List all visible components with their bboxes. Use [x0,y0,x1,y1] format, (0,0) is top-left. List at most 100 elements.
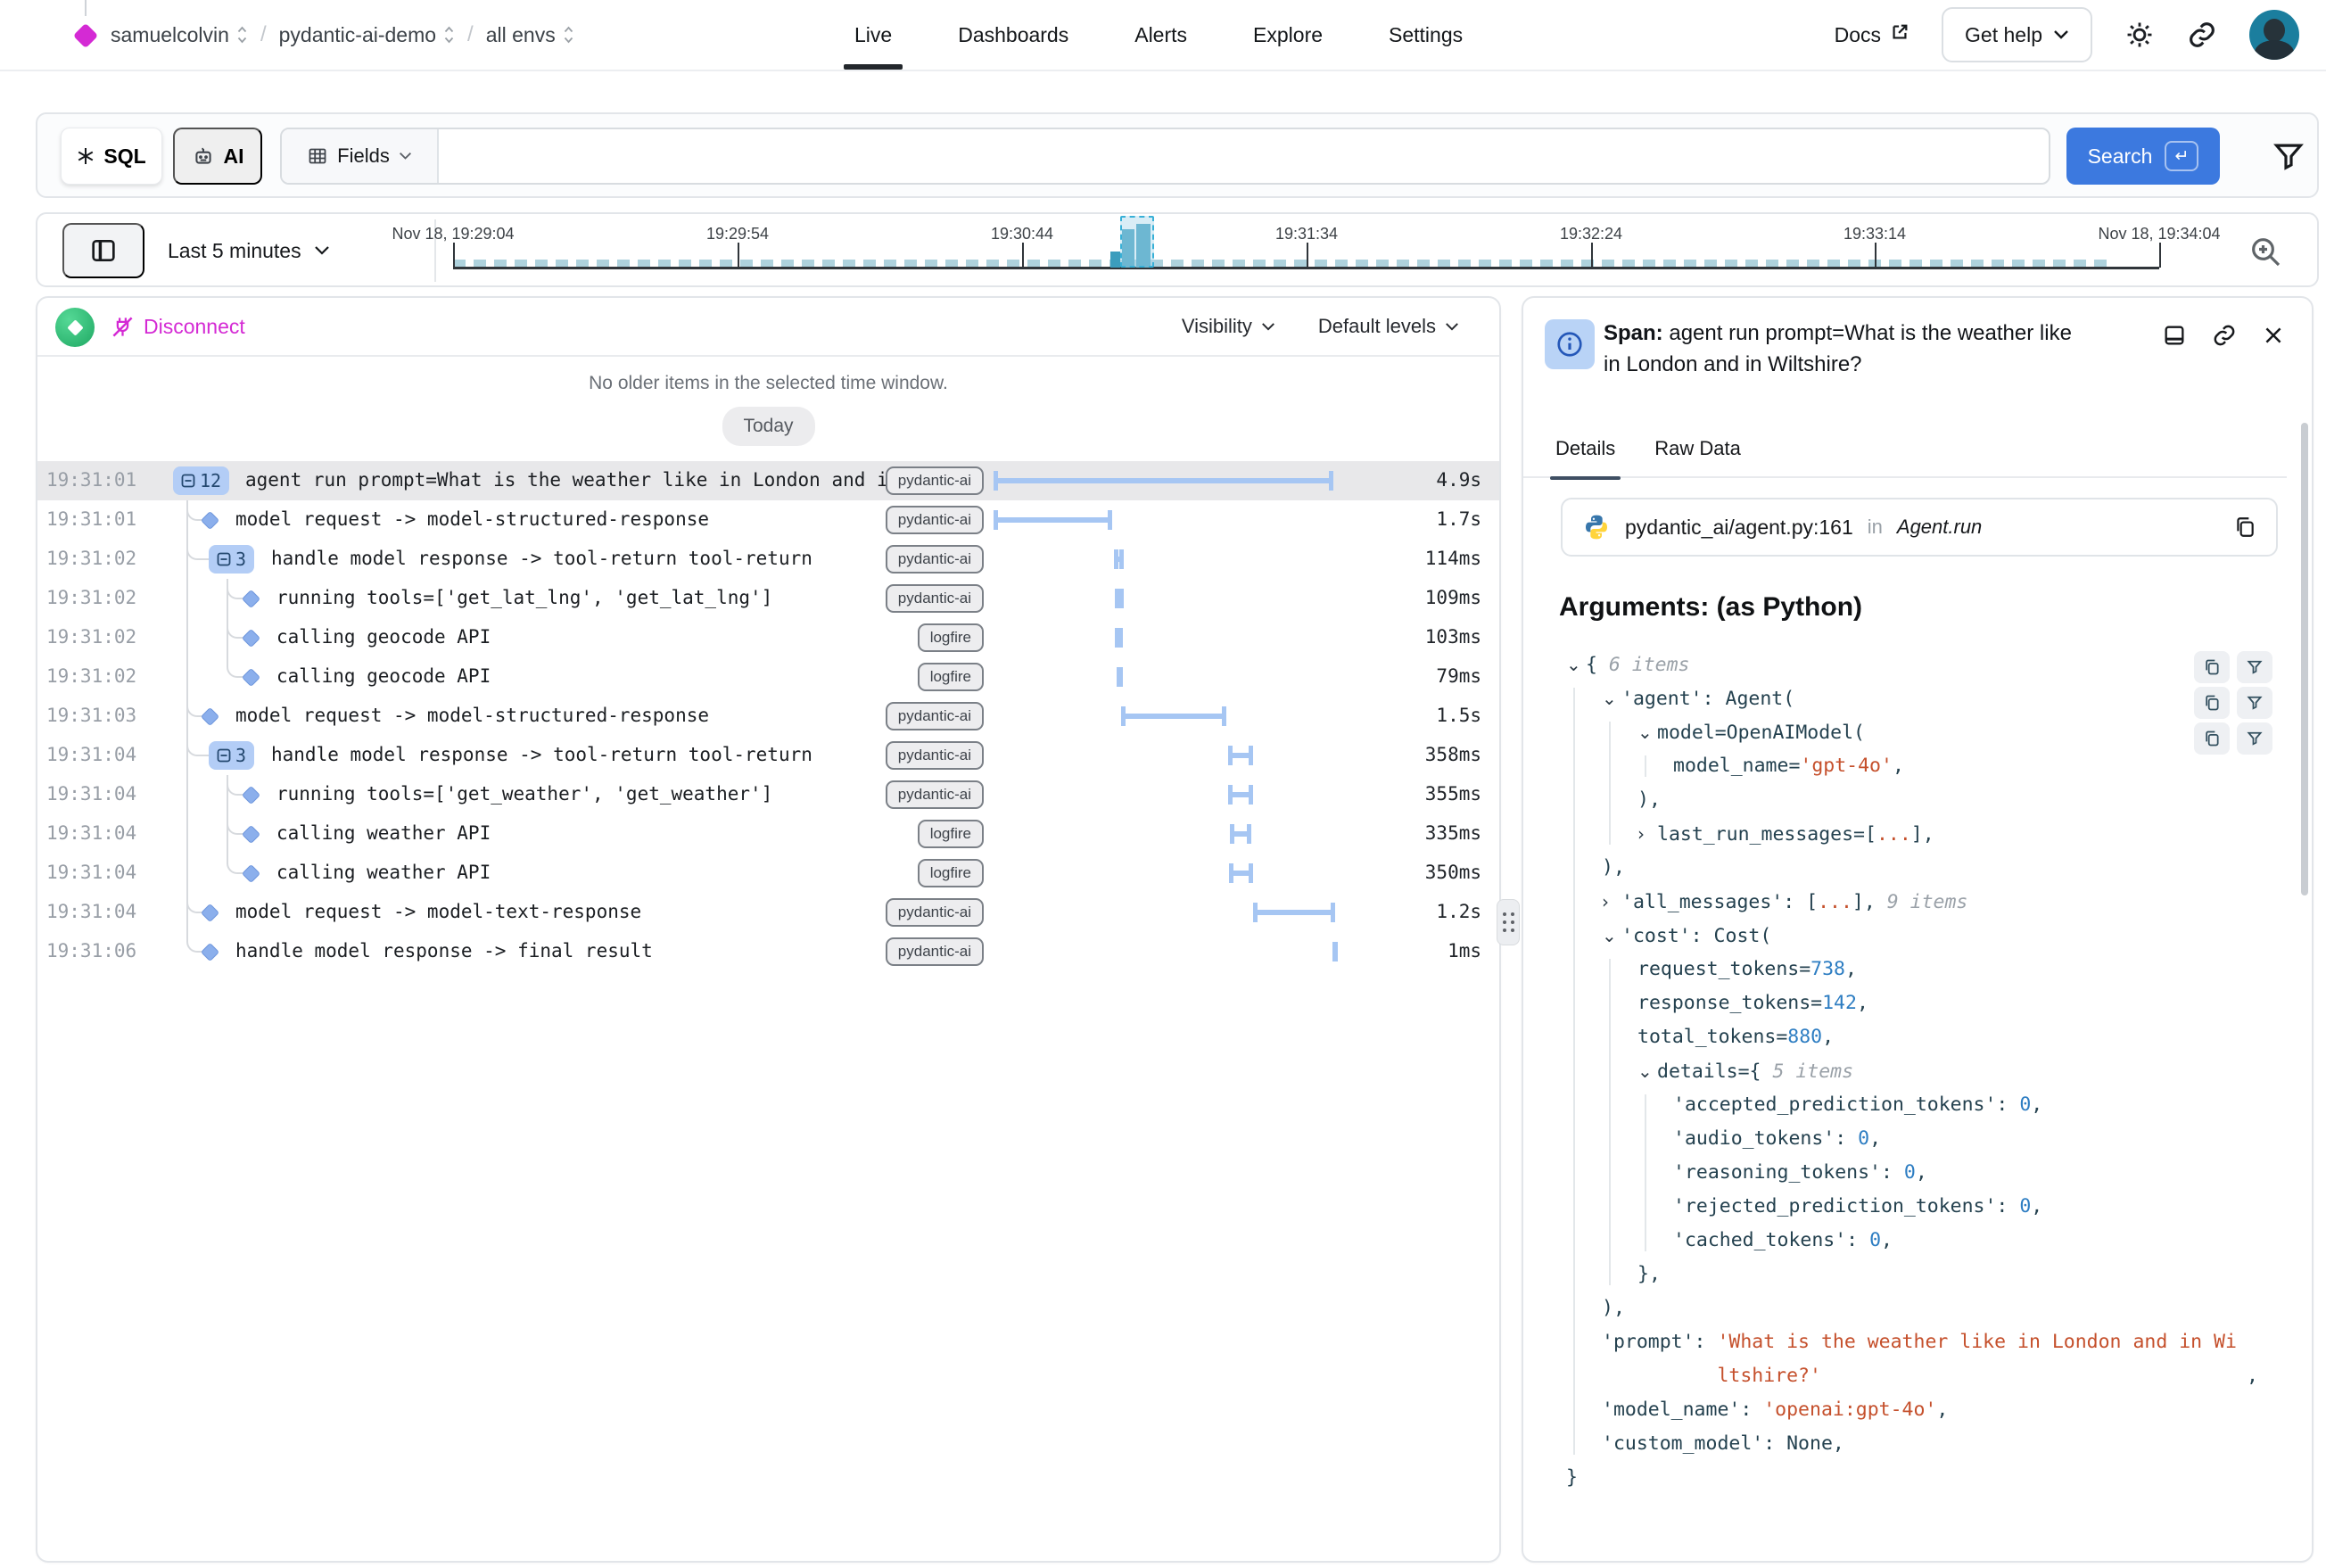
tag-pill[interactable]: pydantic-ai [886,780,984,809]
trace-row[interactable]: 19:31:01model request -> model-structure… [37,500,1499,540]
copy-icon[interactable] [2233,516,2256,539]
tag-pill[interactable]: pydantic-ai [886,466,984,495]
copy-icon[interactable] [2194,651,2230,683]
row-timestamp: 19:31:04 [46,744,136,765]
close-icon[interactable] [2262,323,2285,348]
histogram-bar[interactable] [1110,252,1120,268]
default-levels-dropdown[interactable]: Default levels [1318,315,1459,338]
span-diamond-icon [242,668,260,687]
dock-panel-icon[interactable] [2162,323,2187,348]
filter-funnel-icon[interactable] [2237,651,2272,683]
logfire-logo-diamond[interactable] [73,23,98,48]
trace-row[interactable]: 19:31:02calling geocode APIlogfire79ms [37,657,1499,697]
fields-dropdown[interactable]: Fields [282,129,439,183]
trace-row[interactable]: 19:31:06handle model response -> final r… [37,932,1499,971]
sidebar-toggle-button[interactable] [62,223,144,278]
zoom-in-icon[interactable] [2248,234,2283,274]
breadcrumb-item[interactable]: samuelcolvin [111,23,248,47]
breadcrumb-item[interactable]: all envs [486,23,574,47]
code-collapse-chevron[interactable]: › [1602,885,1621,919]
time-range-dropdown[interactable]: Last 5 minutes [168,214,330,287]
timeline-tick-mark [1875,243,1876,268]
share-link-icon[interactable] [2187,20,2217,50]
sql-mode-button[interactable]: SQL [61,128,162,185]
tag-pill[interactable]: pydantic-ai [886,584,984,613]
filter-funnel-icon[interactable] [2237,722,2272,755]
breadcrumb: samuelcolvin/pydantic-ai-demo/all envs [111,0,574,70]
panel-resize-handle[interactable] [1497,899,1520,945]
span-name: agent run prompt=What is the weather lik… [245,469,964,491]
collapse-badge[interactable]: 3 [209,545,254,574]
tag-pill[interactable]: pydantic-ai [886,506,984,534]
python-icon [1582,513,1611,541]
trace-row[interactable]: 19:31:023handle model response -> tool-r… [37,540,1499,579]
span-diamond-icon [242,825,260,844]
user-avatar[interactable] [2249,10,2299,60]
trace-row[interactable]: 19:31:03model request -> model-structure… [37,697,1499,736]
top-nav: samuelcolvin/pydantic-ai-demo/all envs L… [0,0,2326,71]
sql-label: SQL [103,144,145,169]
trace-row[interactable]: 19:31:02running tools=['get_lat_lng', 'g… [37,579,1499,618]
search-button[interactable]: Search ↵ [2066,128,2220,185]
filter-funnel-icon[interactable] [2237,687,2272,719]
breadcrumb-label: samuelcolvin [111,23,229,47]
row-timestamp: 19:31:04 [46,901,136,922]
detail-tab-details[interactable]: Details [1555,437,1615,480]
ai-mode-button[interactable]: AI [173,128,262,185]
info-icon [1545,319,1595,369]
duration-value: 335ms [1425,822,1481,844]
trace-rows: 19:31:0112agent run prompt=What is the w… [37,461,1499,971]
nav-tab-explore[interactable]: Explore [1253,0,1323,70]
nav-tab-alerts[interactable]: Alerts [1134,0,1187,70]
timeline-selection[interactable] [1120,216,1154,268]
search-input[interactable] [439,129,2049,183]
code-line: ⌄details={ 5 items [1523,1054,2312,1088]
detail-tab-raw-data[interactable]: Raw Data [1654,437,1741,480]
code-collapse-chevron[interactable]: ⌄ [1602,681,1621,715]
span-label: Span: [1604,321,1663,345]
trace-row[interactable]: 19:31:043handle model response -> tool-r… [37,736,1499,775]
trace-row[interactable]: 19:31:04model request -> model-text-resp… [37,893,1499,932]
tag-pill[interactable]: pydantic-ai [886,937,984,966]
tag-pill[interactable]: logfire [918,663,984,691]
nav-tab-live[interactable]: Live [854,0,892,70]
code-collapse-chevron[interactable]: ⌄ [1602,919,1621,953]
copy-link-icon[interactable] [2212,323,2237,348]
source-location[interactable]: pydantic_ai/agent.py:161 in Agent.run [1561,498,2278,557]
trace-row[interactable]: 19:31:04running tools=['get_weather', 'g… [37,775,1499,814]
trace-row[interactable]: 19:31:02calling geocode APIlogfire103ms [37,618,1499,657]
filter-funnel-icon[interactable] [2272,139,2305,177]
tag-pill[interactable]: logfire [918,820,984,848]
tag-pill[interactable]: pydantic-ai [886,702,984,730]
tag-pill[interactable]: pydantic-ai [886,898,984,927]
nav-tab-settings[interactable]: Settings [1389,0,1463,70]
code-collapse-chevron[interactable]: ⌄ [1566,648,1586,681]
code-collapse-chevron[interactable]: › [1637,817,1657,851]
docs-link[interactable]: Docs [1835,22,1909,47]
disconnect-button[interactable]: Disconnect [111,298,245,355]
tag-pill[interactable]: logfire [918,623,984,652]
trace-row[interactable]: 19:31:04calling weather APIlogfire350ms [37,854,1499,893]
trace-panel-header: Disconnect Visibility Default levels [37,298,1499,357]
scrollbar-thumb[interactable] [2301,423,2308,895]
copy-icon[interactable] [2194,722,2230,755]
timeline-tick-label: Nov 18, 19:29:04 [392,225,514,243]
sort-toggle-icon [563,25,574,45]
live-indicator-icon[interactable] [55,308,95,347]
code-collapse-chevron[interactable]: ⌄ [1637,1054,1657,1088]
today-badge[interactable]: Today [722,407,814,446]
tag-pill[interactable]: pydantic-ai [886,741,984,770]
breadcrumb-item[interactable]: pydantic-ai-demo [279,23,455,47]
nav-tab-dashboards[interactable]: Dashboards [958,0,1068,70]
tag-pill[interactable]: pydantic-ai [886,545,984,574]
trace-row[interactable]: 19:31:0112agent run prompt=What is the w… [37,461,1499,500]
theme-sun-icon[interactable] [2124,20,2155,50]
tag-pill[interactable]: logfire [918,859,984,887]
copy-icon[interactable] [2194,687,2230,719]
trace-row[interactable]: 19:31:04calling weather APIlogfire335ms [37,814,1499,854]
collapse-badge[interactable]: 3 [209,741,254,770]
visibility-dropdown[interactable]: Visibility [1182,315,1275,338]
collapse-badge[interactable]: 12 [173,466,229,495]
code-collapse-chevron[interactable]: ⌄ [1637,715,1657,749]
get-help-button[interactable]: Get help [1942,7,2092,62]
